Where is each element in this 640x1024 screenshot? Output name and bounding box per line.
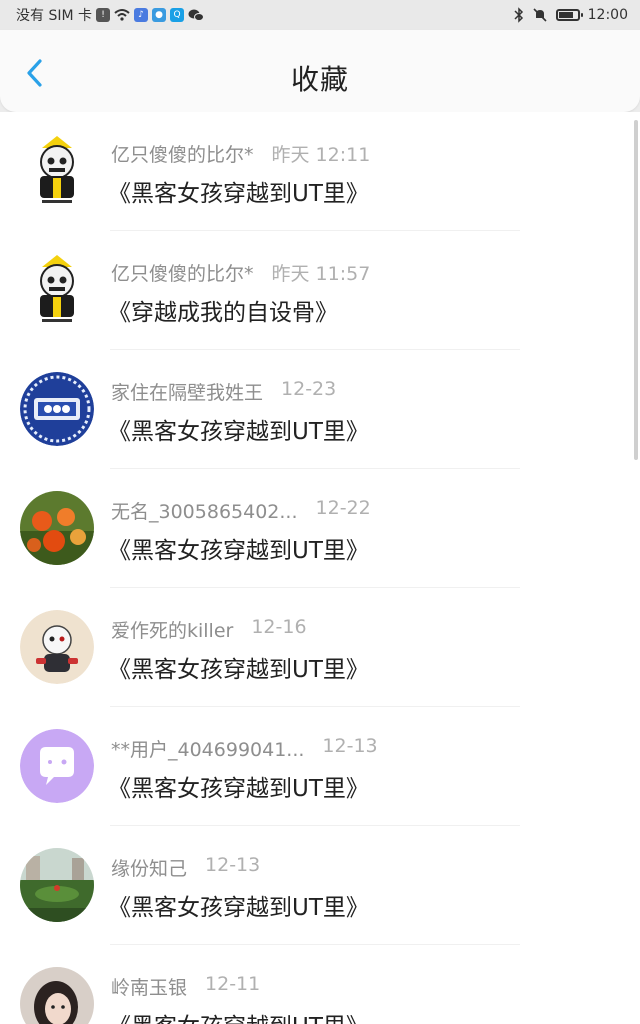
scrollbar[interactable] — [634, 120, 638, 460]
nav-header: 收藏 — [0, 30, 640, 112]
book-title[interactable]: 《黑客女孩穿越到UT里》 — [108, 769, 369, 803]
status-bar: 没有 SIM 卡 ! ♪ ● Q 12:00 — [0, 0, 640, 30]
timestamp: 12-22 — [315, 497, 371, 519]
character-avatar-icon — [20, 610, 94, 684]
list-item[interactable]: 岭南玉银 12-11 《黑客女孩穿越到UT里》 — [0, 945, 640, 1024]
timestamp: 12-16 — [251, 616, 307, 638]
flowers-avatar-icon — [20, 491, 94, 565]
book-title[interactable]: 《黑客女孩穿越到UT里》 — [108, 650, 369, 684]
page-title: 收藏 — [290, 63, 349, 96]
user-name[interactable]: 缘份知己 — [111, 854, 187, 881]
portrait-avatar-icon — [20, 967, 94, 1024]
wifi-icon — [114, 9, 130, 21]
item-meta: 家住在隔壁我姓王 12-23 — [111, 378, 336, 405]
landscape-avatar-icon — [20, 848, 94, 922]
avatar[interactable] — [20, 729, 94, 803]
list-item[interactable]: **用户_404699041... 12-13 《黑客女孩穿越到UT里》 — [0, 707, 640, 826]
avatar[interactable] — [20, 491, 94, 565]
avatar[interactable] — [20, 253, 94, 327]
user-name[interactable]: 无名_3005865402... — [111, 497, 298, 524]
item-meta: **用户_404699041... 12-13 — [111, 735, 378, 762]
list-item[interactable]: 家住在隔壁我姓王 12-23 《黑客女孩穿越到UT里》 — [0, 350, 640, 469]
timestamp: 昨天 12:11 — [271, 144, 371, 166]
book-title[interactable]: 《黑客女孩穿越到UT里》 — [108, 174, 369, 208]
carrier-text: 没有 SIM 卡 — [16, 8, 92, 24]
timestamp: 12-13 — [205, 854, 261, 876]
item-meta: 亿只傻傻的比尔* 昨天 11:57 — [111, 259, 370, 286]
timestamp: 12-23 — [281, 378, 337, 400]
list-item[interactable]: 亿只傻傻的比尔* 昨天 11:57 《穿越成我的自设骨》 — [0, 231, 640, 350]
book-title[interactable]: 《黑客女孩穿越到UT里》 — [108, 531, 369, 565]
user-name[interactable]: 岭南玉银 — [111, 973, 187, 1000]
user-name[interactable]: **用户_404699041... — [111, 735, 304, 762]
skeleton-avatar-icon — [20, 134, 94, 208]
item-meta: 无名_3005865402... 12-22 — [111, 497, 371, 524]
timestamp: 12-13 — [322, 735, 378, 757]
user-name[interactable]: 亿只傻傻的比尔* — [111, 140, 254, 167]
list-item[interactable]: 爱作死的killer 12-16 《黑客女孩穿越到UT里》 — [0, 588, 640, 707]
mute-bell-icon — [533, 8, 547, 22]
avatar[interactable] — [20, 610, 94, 684]
status-bar-right: 12:00 — [514, 7, 628, 23]
item-meta: 岭南玉银 12-11 — [111, 973, 260, 1000]
user-name[interactable]: 爱作死的killer — [111, 616, 233, 643]
avatar[interactable] — [20, 372, 94, 446]
status-bar-left: 没有 SIM 卡 ! ♪ ● Q — [16, 5, 514, 25]
avatar[interactable] — [20, 848, 94, 922]
battery-icon — [555, 9, 583, 21]
item-meta: 爱作死的killer 12-16 — [111, 616, 307, 643]
wechat-icon — [188, 9, 204, 21]
avatar[interactable] — [20, 967, 94, 1024]
user-name[interactable]: 家住在隔壁我姓王 — [111, 378, 263, 405]
list-item[interactable]: 亿只傻傻的比尔* 昨天 12:11 《黑客女孩穿越到UT里》 — [0, 112, 640, 231]
sim-warning-icon: ! — [96, 8, 110, 22]
item-meta: 亿只傻傻的比尔* 昨天 12:11 — [111, 140, 370, 167]
music-app-icon: ♪ — [134, 8, 148, 22]
item-meta: 缘份知己 12-13 — [111, 854, 260, 881]
browser-app-icon: ● — [152, 8, 166, 22]
list-item[interactable]: 无名_3005865402... 12-22 《黑客女孩穿越到UT里》 — [0, 469, 640, 588]
skeleton-avatar-icon — [20, 253, 94, 327]
list-item[interactable]: 缘份知己 12-13 《黑客女孩穿越到UT里》 — [0, 826, 640, 945]
timestamp: 12-11 — [205, 973, 261, 995]
book-title[interactable]: 《黑客女孩穿越到UT里》 — [108, 1007, 369, 1024]
heart-520-avatar-icon — [20, 372, 94, 446]
clock-text: 12:00 — [587, 7, 628, 23]
book-title[interactable]: 《黑客女孩穿越到UT里》 — [108, 888, 369, 922]
avatar[interactable] — [20, 134, 94, 208]
search-app-icon: Q — [170, 8, 184, 22]
user-name[interactable]: 亿只傻傻的比尔* — [111, 259, 254, 286]
book-title[interactable]: 《黑客女孩穿越到UT里》 — [108, 412, 369, 446]
bluetooth-icon — [514, 7, 523, 23]
timestamp: 昨天 11:57 — [271, 263, 371, 285]
book-title[interactable]: 《穿越成我的自设骨》 — [108, 293, 338, 327]
chat-bubble-avatar-icon — [20, 729, 94, 803]
favorites-list[interactable]: 亿只傻傻的比尔* 昨天 12:11 《黑客女孩穿越到UT里》 亿只傻傻的比尔* … — [0, 112, 640, 1024]
